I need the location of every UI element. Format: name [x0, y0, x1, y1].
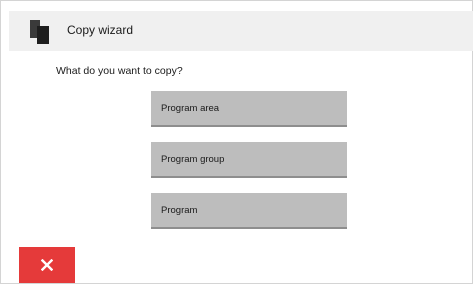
copy-wizard-window: Copy wizard What do you want to copy? Pr…: [0, 0, 473, 284]
wizard-title: Copy wizard: [67, 23, 134, 37]
program-area-button[interactable]: Program area: [151, 91, 347, 127]
copy-icon: [30, 20, 49, 44]
close-icon: [41, 259, 53, 271]
program-button[interactable]: Program: [151, 193, 347, 229]
copy-question: What do you want to copy?: [56, 65, 183, 77]
wizard-header: Copy wizard: [9, 11, 473, 51]
program-group-button[interactable]: Program group: [151, 142, 347, 178]
cancel-button[interactable]: [19, 247, 75, 283]
